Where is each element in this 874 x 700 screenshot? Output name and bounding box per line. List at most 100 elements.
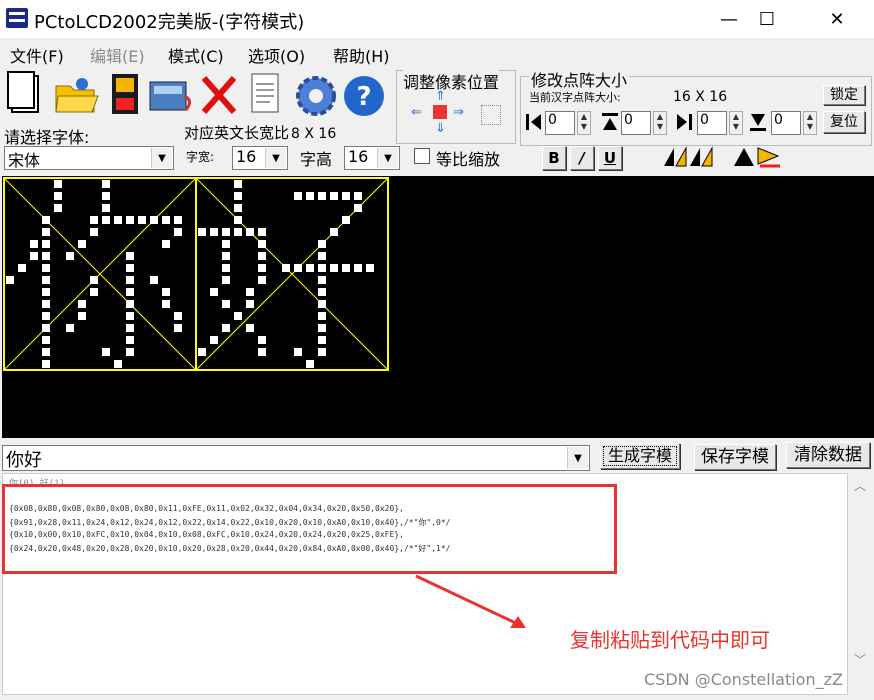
glyph-pixel[interactable] bbox=[18, 264, 26, 272]
glyph-pixel[interactable] bbox=[234, 216, 242, 224]
glyph-pixel[interactable] bbox=[42, 348, 50, 356]
glyph-pixel[interactable] bbox=[174, 216, 182, 224]
glyph-pixel[interactable] bbox=[234, 204, 242, 212]
glyph-pixel[interactable] bbox=[234, 312, 242, 320]
glyph-pixel[interactable] bbox=[54, 192, 62, 200]
glyph-pixel[interactable] bbox=[246, 324, 254, 332]
glyph-pixel[interactable] bbox=[318, 336, 326, 344]
glyph-pixel[interactable] bbox=[174, 324, 182, 332]
shrink-right-icon[interactable] bbox=[675, 111, 693, 133]
glyph-pixel[interactable] bbox=[246, 288, 254, 296]
glyph-pixel[interactable] bbox=[42, 264, 50, 272]
glyph-pixel[interactable] bbox=[354, 204, 362, 212]
glyph-pixel[interactable] bbox=[126, 324, 134, 332]
glyph-pixel[interactable] bbox=[102, 348, 110, 356]
settings-gear-icon[interactable] bbox=[292, 70, 336, 118]
glyph-pixel[interactable] bbox=[42, 360, 50, 368]
move-up-icon[interactable]: ⇑ bbox=[435, 89, 449, 104]
glyph-pixel[interactable] bbox=[258, 276, 266, 284]
glyph-pixel[interactable] bbox=[342, 264, 350, 272]
center-icon[interactable] bbox=[433, 105, 447, 119]
glyph-pixel[interactable] bbox=[318, 276, 326, 284]
glyph-pixel[interactable] bbox=[126, 252, 134, 260]
chevron-down-icon[interactable]: ▼ bbox=[265, 148, 286, 168]
glyph-pixel[interactable] bbox=[78, 312, 86, 320]
glyph-pixel[interactable] bbox=[222, 240, 230, 248]
delete-x-icon[interactable] bbox=[198, 70, 240, 118]
notepad-icon[interactable] bbox=[244, 70, 286, 118]
char-input[interactable]: 你好 ▼ bbox=[2, 445, 590, 471]
glyph-pixel[interactable] bbox=[210, 336, 218, 344]
glyph-pixel[interactable] bbox=[162, 300, 170, 308]
glyph-pixel[interactable] bbox=[330, 264, 338, 272]
glyph-pixel[interactable] bbox=[318, 312, 326, 320]
glyph-pixel[interactable] bbox=[126, 336, 134, 344]
glyph-canvas[interactable] bbox=[2, 176, 874, 438]
bottom-spin-arrows[interactable]: ▲ ▼ bbox=[803, 111, 817, 135]
glyph-pixel[interactable] bbox=[66, 252, 74, 260]
font-name-select[interactable]: 宋体 ▼ bbox=[4, 146, 174, 170]
glyph-pixel[interactable] bbox=[162, 288, 170, 296]
glyph-pixel[interactable] bbox=[42, 324, 50, 332]
glyph-pixel[interactable] bbox=[90, 228, 98, 236]
close-button[interactable]: ✕ bbox=[808, 0, 866, 38]
glyph-pixel[interactable] bbox=[222, 276, 230, 284]
glyph-pixel[interactable] bbox=[306, 192, 314, 200]
glyph-pixel[interactable] bbox=[42, 288, 50, 296]
menu-help[interactable]: 帮助(H) bbox=[333, 43, 390, 67]
glyph-pixel[interactable] bbox=[114, 216, 122, 224]
glyph-pixel[interactable] bbox=[330, 228, 338, 236]
glyph-pixel[interactable] bbox=[210, 228, 218, 236]
glyph-pixel[interactable] bbox=[306, 264, 314, 272]
flip-horizontal-icon[interactable] bbox=[660, 144, 716, 170]
glyph-pixel[interactable] bbox=[318, 300, 326, 308]
glyph-pixel[interactable] bbox=[90, 216, 98, 224]
glyph-pixel[interactable] bbox=[354, 264, 362, 272]
move-down-icon[interactable]: ⇓ bbox=[435, 121, 449, 136]
glyph-pixel[interactable] bbox=[198, 228, 206, 236]
scroll-down-icon[interactable]: ﹀ bbox=[854, 651, 866, 668]
glyph-pixel[interactable] bbox=[30, 252, 38, 260]
scan-icon[interactable] bbox=[148, 70, 191, 118]
glyph-pixel[interactable] bbox=[258, 348, 266, 356]
glyph-pixel[interactable] bbox=[42, 336, 50, 344]
glyph-pixel[interactable] bbox=[294, 348, 302, 356]
glyph-pixel[interactable] bbox=[318, 192, 326, 200]
glyph-pixel[interactable] bbox=[222, 228, 230, 236]
menu-options[interactable]: 选项(O) bbox=[248, 43, 305, 67]
left-spin-arrows[interactable]: ▲ ▼ bbox=[577, 111, 591, 135]
glyph-pixel[interactable] bbox=[258, 228, 266, 236]
glyph-pixel[interactable] bbox=[54, 204, 62, 212]
chevron-down-icon[interactable]: ▼ bbox=[377, 148, 398, 168]
glyph-pixel[interactable] bbox=[354, 192, 362, 200]
save-disk-icon[interactable] bbox=[104, 70, 146, 118]
lock-button[interactable]: 锁定 bbox=[823, 85, 865, 105]
glyph-pixel[interactable] bbox=[210, 288, 218, 296]
menu-edit[interactable]: 编辑(E) bbox=[90, 43, 145, 67]
glyph-pixel[interactable] bbox=[234, 228, 242, 236]
vertical-scrollbar[interactable]: ︿ ﹀ bbox=[848, 473, 874, 695]
glyph-pixel[interactable] bbox=[66, 324, 74, 332]
glyph-pixel[interactable] bbox=[162, 216, 170, 224]
save-button[interactable]: 保存字模 bbox=[694, 444, 776, 470]
bold-button[interactable]: B bbox=[542, 146, 566, 170]
reset-button[interactable]: 复位 bbox=[823, 111, 865, 133]
glyph-pixel[interactable] bbox=[222, 300, 230, 308]
menu-file[interactable]: 文件(F) bbox=[10, 43, 64, 67]
glyph-pixel[interactable] bbox=[258, 264, 266, 272]
glyph-pixel[interactable] bbox=[294, 192, 302, 200]
flip-vertical-icon[interactable] bbox=[730, 144, 786, 170]
glyph-pixel[interactable] bbox=[42, 312, 50, 320]
glyph-pixel[interactable] bbox=[126, 312, 134, 320]
glyph-pixel[interactable] bbox=[42, 228, 50, 236]
glyph-pixel[interactable] bbox=[30, 240, 38, 248]
glyph-pixel[interactable] bbox=[318, 240, 326, 248]
shrink-left-icon[interactable] bbox=[525, 111, 543, 133]
glyph-pixel[interactable] bbox=[150, 276, 158, 284]
glyph-pixel[interactable] bbox=[246, 228, 254, 236]
shrink-top-icon[interactable] bbox=[601, 111, 619, 133]
glyph-pixel[interactable] bbox=[138, 216, 146, 224]
generate-button[interactable]: 生成字模 bbox=[600, 443, 680, 469]
glyph-pixel[interactable] bbox=[126, 264, 134, 272]
glyph-pixel[interactable] bbox=[222, 324, 230, 332]
